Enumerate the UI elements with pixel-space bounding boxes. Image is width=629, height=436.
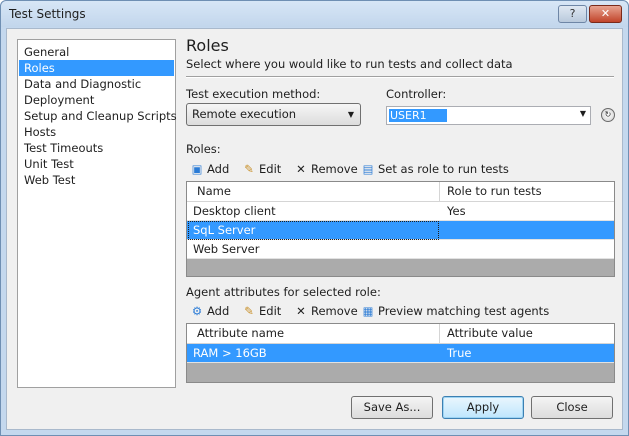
page-title: Roles — [186, 36, 229, 55]
preview-agents-button[interactable]: ▦ Preview matching test agents — [360, 301, 550, 322]
column-header-attribute-value[interactable]: Attribute value — [441, 324, 613, 343]
nav-item-roles[interactable]: Roles — [19, 60, 174, 76]
attributes-add-button[interactable]: ⚙ Add — [189, 301, 229, 322]
table-row[interactable]: Web Server — [187, 240, 614, 259]
title-bar[interactable]: Test Settings ? ✕ — [1, 1, 628, 27]
pencil-icon: ✎ — [244, 162, 254, 176]
role-run-cell — [441, 240, 613, 259]
roles-remove-label: Remove — [311, 162, 358, 176]
nav-item-data-and-diagnostic[interactable]: Data and Diagnostic — [19, 76, 174, 92]
controller-value[interactable]: USER1 — [389, 109, 447, 122]
roles-grid-header: Name Role to run tests — [187, 182, 614, 202]
nav-item-unit-test[interactable]: Unit Test — [19, 156, 174, 172]
attribute-add-icon: ⚙ — [191, 304, 203, 318]
roles-remove-button[interactable]: ✕ Remove — [293, 159, 358, 180]
nav-item-test-timeouts[interactable]: Test Timeouts — [19, 140, 174, 156]
controller-combobox[interactable]: USER1 ▼ — [386, 106, 591, 125]
help-button[interactable]: ? — [558, 5, 587, 23]
column-divider[interactable] — [439, 324, 440, 344]
attributes-remove-label: Remove — [311, 304, 358, 318]
attribute-name-cell: RAM > 16GB — [193, 346, 267, 360]
attribute-value-cell: True — [447, 346, 472, 360]
attributes-label: Agent attributes for selected role: — [186, 285, 381, 299]
execution-method-value: Remote execution — [192, 107, 297, 121]
roles-edit-label: Edit — [259, 162, 282, 176]
set-as-role-button[interactable]: ▤ Set as role to run tests — [360, 159, 509, 180]
table-row[interactable]: Desktop client Yes — [187, 202, 614, 221]
attributes-edit-button[interactable]: ✎ Edit — [241, 301, 281, 322]
settings-category-list: General Roles Data and Diagnostic Deploy… — [17, 39, 177, 388]
table-row-selected[interactable]: SqL Server — [187, 221, 614, 240]
column-header-name[interactable]: Name — [191, 182, 439, 201]
set-as-role-label: Set as role to run tests — [378, 162, 509, 176]
page-subtitle: Select where you would like to run tests… — [186, 57, 513, 71]
x-icon: ✕ — [296, 304, 306, 318]
attributes-grid-header: Attribute name Attribute value — [187, 324, 614, 344]
preview-agents-icon: ▦ — [362, 304, 374, 318]
pencil-icon: ✎ — [244, 304, 254, 318]
nav-item-setup-cleanup-scripts[interactable]: Setup and Cleanup Scripts — [19, 108, 177, 124]
x-icon: ✕ — [296, 162, 306, 176]
nav-item-deployment[interactable]: Deployment — [19, 92, 174, 108]
window-title: Test Settings — [9, 7, 86, 21]
roles-grid: Name Role to run tests Desktop client Ye… — [186, 181, 615, 277]
execution-method-dropdown[interactable]: Remote execution ▼ — [186, 103, 361, 126]
role-name-cell: Web Server — [193, 242, 260, 256]
save-as-button[interactable]: Save As... — [351, 396, 433, 419]
nav-item-general[interactable]: General — [19, 44, 174, 60]
add-icon: ▣ — [191, 162, 203, 176]
test-settings-window: Test Settings ? ✕ General Roles Data and… — [0, 0, 629, 436]
refresh-icon[interactable]: ↻ — [601, 108, 615, 122]
header-divider — [186, 76, 614, 78]
roles-edit-button[interactable]: ✎ Edit — [241, 159, 281, 180]
role-run-cell: Yes — [447, 204, 466, 218]
roles-add-button[interactable]: ▣ Add — [189, 159, 230, 180]
attributes-grid: Attribute name Attribute value RAM > 16G… — [186, 323, 615, 383]
role-name-cell: SqL Server — [193, 223, 256, 237]
nav-item-web-test[interactable]: Web Test — [19, 172, 174, 188]
nav-item-hosts[interactable]: Hosts — [19, 124, 174, 140]
preview-agents-label: Preview matching test agents — [378, 304, 550, 318]
attributes-toolbar: ⚙ Add ✎ Edit ✕ Remove ▦ Preview matching tes… — [186, 301, 615, 322]
column-header-role[interactable]: Role to run tests — [441, 182, 613, 201]
attributes-edit-label: Edit — [259, 304, 282, 318]
apply-button[interactable]: Apply — [442, 396, 524, 419]
table-row-selected[interactable]: RAM > 16GB True — [187, 344, 614, 363]
role-run-cell — [441, 221, 613, 240]
set-role-icon: ▤ — [362, 162, 374, 176]
controller-label: Controller: — [386, 87, 447, 101]
dialog-body: General Roles Data and Diagnostic Deploy… — [6, 28, 623, 430]
roles-add-label: Add — [207, 162, 230, 176]
close-button[interactable]: Close — [531, 396, 613, 419]
attributes-add-label: Add — [207, 304, 230, 318]
roles-toolbar: ▣ Add ✎ Edit ✕ Remove ▤ Set as role to run t… — [186, 159, 615, 180]
attributes-remove-button[interactable]: ✕ Remove — [293, 301, 358, 322]
role-name-cell: Desktop client — [193, 204, 276, 218]
roles-label: Roles: — [186, 142, 221, 156]
close-window-button[interactable]: ✕ — [589, 5, 622, 23]
chevron-down-icon: ▼ — [347, 110, 354, 119]
chevron-down-icon[interactable]: ▼ — [580, 109, 586, 118]
column-header-attribute-name[interactable]: Attribute name — [191, 324, 439, 343]
execution-method-label: Test execution method: — [186, 87, 321, 101]
